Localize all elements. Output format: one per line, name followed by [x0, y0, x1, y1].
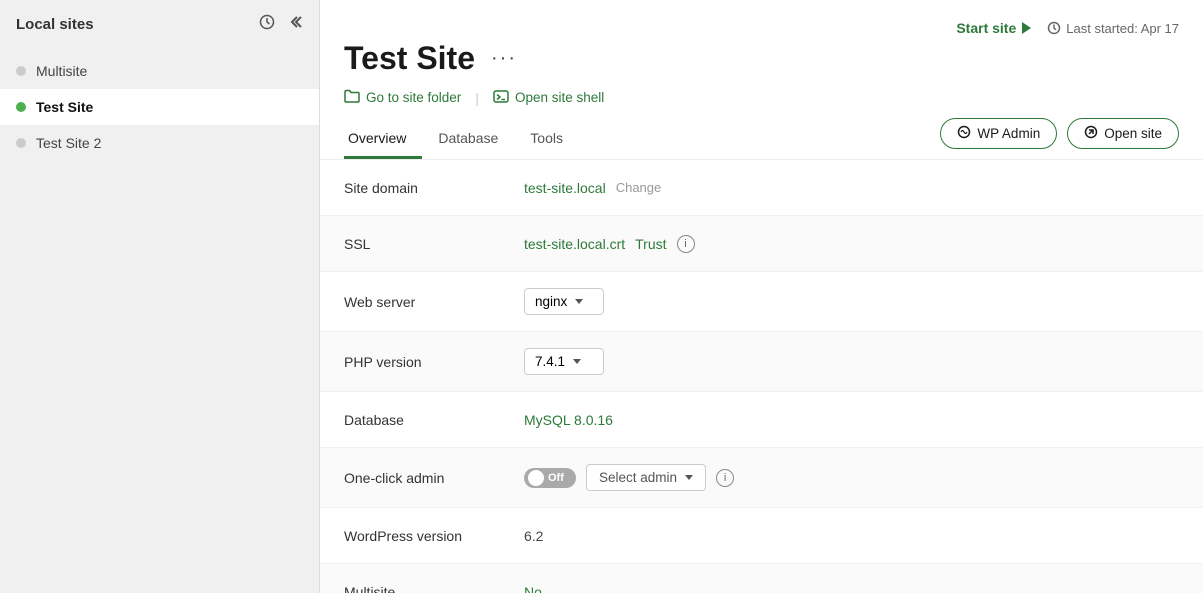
more-options-button[interactable]: ··· [487, 47, 521, 70]
sidebar-title: Local sites [16, 16, 94, 33]
sidebar-item-test-site[interactable]: Test Site [0, 89, 319, 125]
row-web-server: Web server nginx [320, 272, 1203, 332]
value-site-domain: test-site.local Change [524, 180, 1179, 196]
open-site-label: Open site [1104, 126, 1162, 141]
last-started: Last started: Apr 17 [1047, 21, 1179, 36]
sidebar-header: Local sites [0, 0, 319, 49]
folder-icon [344, 89, 360, 106]
row-multisite: Multisite No [320, 564, 1203, 593]
sidebar: Local sites [0, 0, 320, 593]
toggle-label: Off [548, 472, 564, 484]
terminal-icon [493, 90, 509, 106]
row-site-domain: Site domain test-site.local Change [320, 160, 1203, 216]
overview-content: Site domain test-site.local Change SSL t… [320, 160, 1203, 593]
label-multisite: Multisite [344, 584, 524, 593]
site-status-dot [16, 66, 26, 76]
wp-admin-label: WP Admin [977, 126, 1040, 141]
sidebar-item-label: Test Site 2 [36, 135, 101, 151]
wp-icon [957, 125, 971, 142]
site-status-dot [16, 102, 26, 112]
php-version-value: 7.4.1 [535, 354, 565, 369]
value-one-click-admin: Off Select admin i [524, 464, 1179, 491]
tab-tools[interactable]: Tools [526, 120, 579, 159]
label-one-click-admin: One-click admin [344, 470, 524, 486]
action-separator: | [475, 90, 479, 106]
select-admin-dropdown[interactable]: Select admin [586, 464, 706, 491]
chevron-down-icon [573, 359, 581, 364]
clock-small-icon [1047, 21, 1061, 35]
php-version-dropdown[interactable]: 7.4.1 [524, 348, 604, 375]
web-server-value: nginx [535, 294, 567, 309]
clock-icon [259, 14, 275, 35]
main-header: Start site Last started: Apr 17 Test Sit… [320, 0, 1203, 160]
chevron-left-icon [287, 14, 303, 35]
tabs-row: Overview Database Tools [344, 110, 1179, 159]
tab-actions: WP Admin Open site [940, 118, 1179, 159]
label-web-server: Web server [344, 294, 524, 310]
last-started-text: Last started: Apr 17 [1066, 21, 1179, 36]
label-ssl: SSL [344, 236, 524, 252]
label-database: Database [344, 412, 524, 428]
site-status-dot [16, 138, 26, 148]
arrow-right-icon [1022, 22, 1031, 34]
chevron-down-icon [575, 299, 583, 304]
start-site-label: Start site [956, 20, 1016, 36]
value-multisite: No [524, 584, 1179, 593]
select-admin-label: Select admin [599, 470, 677, 485]
label-wp-version: WordPress version [344, 528, 524, 544]
ssl-info-icon[interactable]: i [677, 235, 695, 253]
domain-value: test-site.local [524, 180, 606, 196]
sidebar-item-label: Test Site [36, 99, 93, 115]
page-title: Test Site [344, 40, 475, 77]
open-site-button[interactable]: Open site [1067, 118, 1179, 149]
collapse-button[interactable] [287, 14, 303, 35]
chevron-down-icon [685, 475, 693, 480]
web-server-dropdown[interactable]: nginx [524, 288, 604, 315]
tab-database[interactable]: Database [434, 120, 514, 159]
value-ssl: test-site.local.crt Trust i [524, 235, 1179, 253]
row-one-click-admin: One-click admin Off Select admin i [320, 448, 1203, 508]
one-click-admin-toggle[interactable]: Off [524, 468, 576, 488]
main-panel: Start site Last started: Apr 17 Test Sit… [320, 0, 1203, 593]
value-php-version: 7.4.1 [524, 348, 1179, 375]
change-domain-link[interactable]: Change [616, 180, 662, 195]
sidebar-item-multisite[interactable]: Multisite [0, 53, 319, 89]
external-link-icon [1084, 125, 1098, 142]
row-ssl: SSL test-site.local.crt Trust i [320, 216, 1203, 272]
value-web-server: nginx [524, 288, 1179, 315]
label-site-domain: Site domain [344, 180, 524, 196]
trust-button[interactable]: Trust [635, 236, 666, 252]
go-to-folder-label: Go to site folder [366, 90, 461, 105]
site-actions: Go to site folder | Open site shell [344, 85, 1179, 110]
tab-overview[interactable]: Overview [344, 120, 422, 159]
row-wp-version: WordPress version 6.2 [320, 508, 1203, 564]
start-site-button[interactable]: Start site [956, 20, 1031, 36]
open-site-shell-link[interactable]: Open site shell [493, 86, 604, 110]
sidebar-header-icons [259, 14, 303, 35]
label-php-version: PHP version [344, 354, 524, 370]
go-to-folder-link[interactable]: Go to site folder [344, 85, 461, 110]
open-site-shell-label: Open site shell [515, 90, 604, 105]
value-wp-version: 6.2 [524, 528, 1179, 544]
history-button[interactable] [259, 14, 275, 35]
top-bar: Start site Last started: Apr 17 [344, 20, 1179, 36]
wp-admin-button[interactable]: WP Admin [940, 118, 1057, 149]
one-click-admin-info-icon[interactable]: i [716, 469, 734, 487]
sidebar-item-label: Multisite [36, 63, 87, 79]
row-php-version: PHP version 7.4.1 [320, 332, 1203, 392]
toggle-circle [528, 470, 544, 486]
database-value: MySQL 8.0.16 [524, 412, 613, 428]
value-database: MySQL 8.0.16 [524, 412, 1179, 428]
wp-version-value: 6.2 [524, 528, 543, 544]
site-title-row: Test Site ··· [344, 40, 1179, 77]
row-database: Database MySQL 8.0.16 [320, 392, 1203, 448]
sidebar-item-test-site-2[interactable]: Test Site 2 [0, 125, 319, 161]
ssl-cert-value: test-site.local.crt [524, 236, 625, 252]
site-list: Multisite Test Site Test Site 2 [0, 49, 319, 165]
multisite-value: No [524, 584, 542, 593]
tabs: Overview Database Tools [344, 120, 591, 159]
